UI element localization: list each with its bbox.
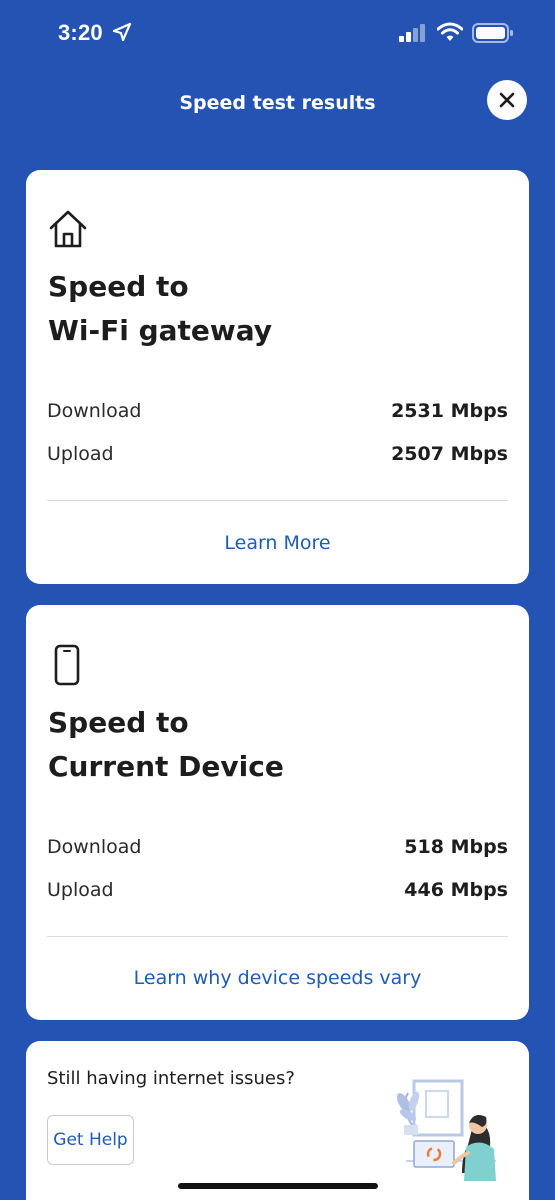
status-bar: 3:20 <box>0 0 555 66</box>
device-upload-value: 446 Mbps <box>404 879 508 901</box>
device-speed-card: Speed to Current Device Download 518 Mbp… <box>26 605 529 1020</box>
battery-icon <box>472 23 513 43</box>
close-button[interactable] <box>487 80 527 120</box>
device-speeds-link[interactable]: Learn why device speeds vary <box>26 967 529 989</box>
divider <box>47 500 508 501</box>
gateway-upload-value: 2507 Mbps <box>391 443 508 465</box>
location-arrow-icon <box>112 22 132 42</box>
device-upload-label: Upload <box>47 879 114 901</box>
device-download-value: 518 Mbps <box>404 836 508 858</box>
close-icon <box>499 92 515 108</box>
cellular-signal-icon <box>399 24 425 42</box>
learn-more-link[interactable]: Learn More <box>26 532 529 554</box>
device-download-label: Download <box>47 836 142 858</box>
gateway-title-line2: Wi-Fi gateway <box>48 314 273 347</box>
get-help-button[interactable]: Get Help <box>47 1115 134 1165</box>
device-title-line2: Current Device <box>48 750 284 783</box>
gateway-download-value: 2531 Mbps <box>391 400 508 422</box>
support-illustration <box>397 1079 496 1181</box>
device-title-line1: Speed to <box>48 706 189 739</box>
gateway-card-title: Speed to Wi-Fi gateway <box>48 265 468 353</box>
home-icon <box>49 210 87 248</box>
divider <box>47 936 508 937</box>
gateway-upload-label: Upload <box>47 443 114 465</box>
help-card: Still having internet issues? Get Help <box>26 1041 529 1200</box>
help-card-title: Still having internet issues? <box>47 1068 295 1089</box>
gateway-speed-card: Speed to Wi-Fi gateway Download 2531 Mbp… <box>26 170 529 584</box>
gateway-title-line1: Speed to <box>48 270 189 303</box>
gateway-download-label: Download <box>47 400 142 422</box>
page-title: Speed test results <box>179 92 376 114</box>
smartphone-icon <box>54 644 80 686</box>
status-time: 3:20 <box>58 20 103 45</box>
wifi-icon <box>437 22 463 41</box>
home-indicator <box>178 1183 378 1189</box>
device-card-title: Speed to Current Device <box>48 701 468 789</box>
